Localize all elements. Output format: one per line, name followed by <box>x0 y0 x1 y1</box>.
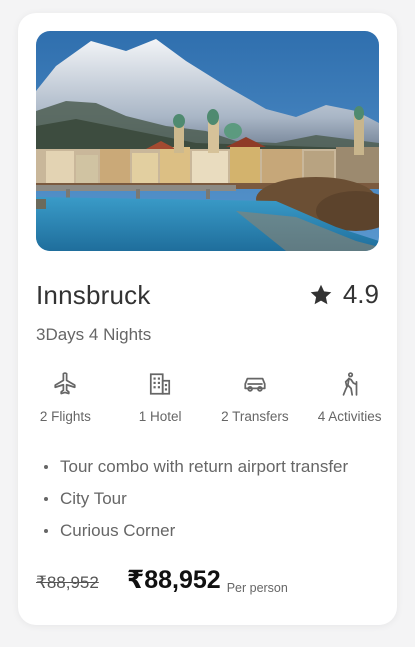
hotel-icon <box>150 373 171 395</box>
inclusion-label: 2 Flights <box>39 409 91 424</box>
destination-title: Innsbruck <box>36 280 151 310</box>
rating-value: 4.9 <box>342 279 379 309</box>
highlight-item: Tour combo with return airport transfer <box>44 451 348 483</box>
inclusion-transfers: 2 Transfers <box>208 371 303 424</box>
inclusion-hotel: 1 Hotel <box>113 371 208 424</box>
price-row: ₹88,952 ₹88,952 Per person <box>36 565 288 595</box>
bullet-dot <box>44 529 48 533</box>
highlights-list: Tour combo with return airport transfer … <box>44 451 348 547</box>
rating: 4.9 <box>309 279 379 310</box>
inclusions-list: 2 Flights 1 Hotel 2 Transfers 4 Activiti… <box>18 371 397 424</box>
inclusion-label: 2 Transfers <box>221 409 289 424</box>
bullet-dot <box>44 465 48 469</box>
price-unit: Per person <box>226 581 288 595</box>
hiking-icon <box>342 372 357 396</box>
current-price: ₹88,952 <box>126 566 221 594</box>
highlight-text: Tour combo with return airport transfer <box>60 457 349 476</box>
inclusion-label: 4 Activities <box>317 409 382 424</box>
inclusion-activities: 4 Activities <box>302 371 397 424</box>
bullet-dot <box>44 497 48 501</box>
destination-photo <box>36 31 379 251</box>
inclusion-label: 1 Hotel <box>138 409 182 424</box>
package-card[interactable]: Innsbruck 4.9 3Days 4 Nights 2 Flights 1… <box>18 13 397 625</box>
star-icon <box>310 284 332 304</box>
original-price: ₹88,952 <box>36 573 99 592</box>
highlight-item: City Tour <box>44 483 348 515</box>
car-icon <box>244 377 266 392</box>
inclusion-flights: 2 Flights <box>18 371 113 424</box>
highlight-text: City Tour <box>60 489 127 508</box>
highlight-text: Curious Corner <box>60 521 176 540</box>
highlight-item: Curious Corner <box>44 515 348 547</box>
trip-duration: 3Days 4 Nights <box>36 325 152 344</box>
airplane-icon <box>54 372 76 395</box>
